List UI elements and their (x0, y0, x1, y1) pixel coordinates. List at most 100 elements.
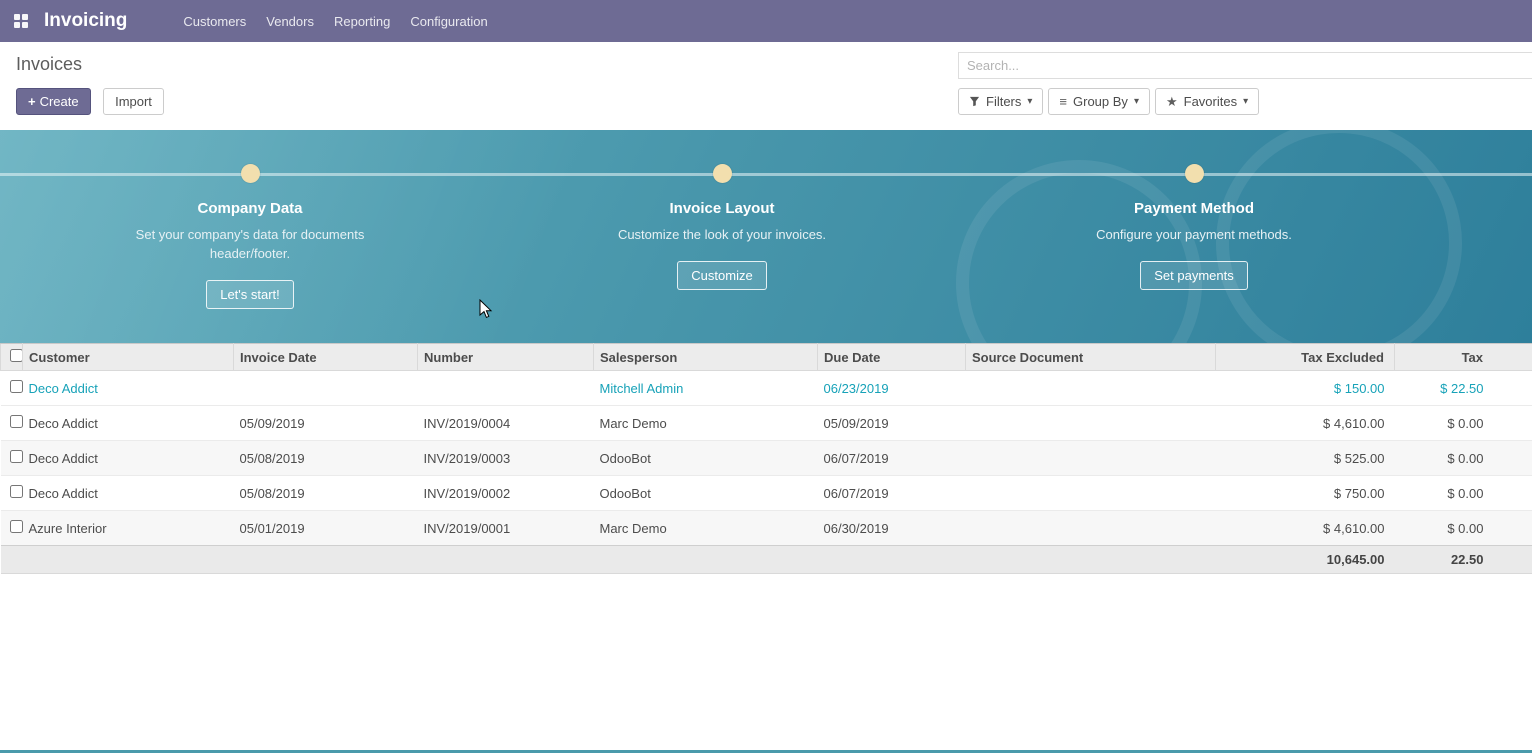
filter-buttons: Filters ▾ ≡ Group By ▾ ★ Favorites ▾ (958, 88, 1532, 115)
step-description: Set your company's data for documents he… (134, 226, 366, 264)
cell-invoice-date (234, 371, 418, 406)
group-by-dropdown[interactable]: ≡ Group By ▾ (1048, 88, 1150, 115)
cell-tax-excluded: $ 150.00 (1216, 371, 1395, 406)
col-due-date[interactable]: Due Date (818, 344, 966, 371)
app-name[interactable]: Invoicing (44, 10, 127, 32)
row-select-cell (1, 371, 23, 406)
step-title: Company Data (14, 200, 486, 217)
filters-label: Filters (986, 94, 1021, 109)
cell-due-date: 06/07/2019 (818, 441, 966, 476)
invoice-row[interactable]: Deco Addict 05/08/2019 INV/2019/0003 Odo… (1, 441, 1532, 476)
onboarding-steps: Company Data Set your company's data for… (0, 130, 1532, 309)
row-checkbox[interactable] (10, 485, 23, 498)
lets-start-button[interactable]: Let's start! (206, 280, 294, 309)
invoicing-app-screen: Invoicing Customers Vendors Reporting Co… (0, 0, 1532, 753)
cell-source-document (966, 406, 1216, 441)
row-checkbox[interactable] (10, 380, 23, 393)
totals-row: 10,645.00 22.50 (1, 546, 1532, 574)
set-payments-button[interactable]: Set payments (1140, 261, 1248, 290)
col-number[interactable]: Number (418, 344, 594, 371)
table-header-row: Customer Invoice Date Number Salesperson… (1, 344, 1532, 371)
cell-tax: $ 0.00 (1395, 511, 1532, 546)
invoice-row[interactable]: Azure Interior 05/01/2019 INV/2019/0001 … (1, 511, 1532, 546)
cell-tax: $ 0.00 (1395, 406, 1532, 441)
cell-tax: $ 0.00 (1395, 441, 1532, 476)
row-select-cell (1, 476, 23, 511)
cell-salesperson: Mitchell Admin (594, 371, 818, 406)
invoice-row[interactable]: Deco Addict 05/09/2019 INV/2019/0004 Mar… (1, 406, 1532, 441)
create-button[interactable]: + Create (16, 88, 91, 115)
apps-grid-icon (14, 14, 28, 28)
cell-salesperson: Marc Demo (594, 406, 818, 441)
action-buttons: + Create Import (16, 88, 164, 115)
col-salesperson[interactable]: Salesperson (594, 344, 818, 371)
cell-invoice-date: 05/01/2019 (234, 511, 418, 546)
onboarding-banner: Company Data Set your company's data for… (0, 130, 1532, 343)
cell-due-date: 05/09/2019 (818, 406, 966, 441)
filters-dropdown[interactable]: Filters ▾ (958, 88, 1043, 115)
filter-funnel-icon (969, 96, 980, 107)
menu-customers[interactable]: Customers (183, 14, 246, 29)
cell-customer: Deco Addict (23, 371, 234, 406)
invoice-row[interactable]: Deco Addict Mitchell Admin 06/23/2019 $ … (1, 371, 1532, 406)
cell-number: INV/2019/0003 (418, 441, 594, 476)
import-button[interactable]: Import (103, 88, 164, 115)
cell-number: INV/2019/0002 (418, 476, 594, 511)
select-all-cell (1, 344, 23, 371)
row-checkbox[interactable] (10, 415, 23, 428)
col-customer[interactable]: Customer (23, 344, 234, 371)
row-checkbox[interactable] (10, 520, 23, 533)
search-box (958, 52, 1532, 79)
cell-number: INV/2019/0001 (418, 511, 594, 546)
favorites-dropdown[interactable]: ★ Favorites ▾ (1155, 88, 1259, 115)
plus-icon: + (28, 94, 36, 109)
star-icon: ★ (1166, 95, 1178, 108)
col-invoice-date[interactable]: Invoice Date (234, 344, 418, 371)
cell-tax: $ 0.00 (1395, 476, 1532, 511)
row-select-cell (1, 511, 23, 546)
cell-source-document (966, 476, 1216, 511)
search-input[interactable] (958, 52, 1532, 79)
step-description: Configure your payment methods. (1078, 226, 1310, 245)
select-all-checkbox[interactable] (10, 349, 23, 362)
customize-button[interactable]: Customize (677, 261, 766, 290)
menu-configuration[interactable]: Configuration (410, 14, 487, 29)
caret-down-icon: ▾ (1134, 97, 1139, 107)
col-tax[interactable]: Tax (1395, 344, 1532, 371)
col-source-document[interactable]: Source Document (966, 344, 1216, 371)
top-navbar: Invoicing Customers Vendors Reporting Co… (0, 0, 1532, 42)
cell-due-date: 06/30/2019 (818, 511, 966, 546)
step-dot (1185, 164, 1204, 183)
cell-number: INV/2019/0004 (418, 406, 594, 441)
group-by-icon: ≡ (1059, 95, 1067, 108)
page-title: Invoices (16, 54, 164, 75)
group-by-label: Group By (1073, 94, 1128, 109)
cell-due-date: 06/07/2019 (818, 476, 966, 511)
step-dot (713, 164, 732, 183)
row-select-cell (1, 406, 23, 441)
menu-reporting[interactable]: Reporting (334, 14, 390, 29)
invoice-row[interactable]: Deco Addict 05/08/2019 INV/2019/0002 Odo… (1, 476, 1532, 511)
row-checkbox[interactable] (10, 450, 23, 463)
menu-vendors[interactable]: Vendors (266, 14, 314, 29)
cell-due-date: 06/23/2019 (818, 371, 966, 406)
create-button-label: Create (40, 94, 79, 109)
control-panel-right: Filters ▾ ≡ Group By ▾ ★ Favorites ▾ (958, 52, 1532, 130)
control-panel-left: Invoices + Create Import (16, 52, 164, 130)
col-tax-excluded[interactable]: Tax Excluded (1216, 344, 1395, 371)
cell-salesperson: OdooBot (594, 441, 818, 476)
step-description: Customize the look of your invoices. (606, 226, 838, 245)
cell-source-document (966, 511, 1216, 546)
onboarding-step-payment-method: Payment Method Configure your payment me… (958, 164, 1430, 309)
total-tax-excluded: 10,645.00 (1216, 546, 1395, 574)
total-tax: 22.50 (1395, 546, 1532, 574)
cell-salesperson: OdooBot (594, 476, 818, 511)
navbar-menus: Customers Vendors Reporting Configuratio… (183, 14, 487, 29)
favorites-label: Favorites (1184, 94, 1237, 109)
cell-tax-excluded: $ 4,610.00 (1216, 511, 1395, 546)
apps-menu-button[interactable] (0, 0, 42, 42)
cell-customer: Deco Addict (23, 441, 234, 476)
cell-number (418, 371, 594, 406)
step-dot (241, 164, 260, 183)
cell-tax: $ 22.50 (1395, 371, 1532, 406)
